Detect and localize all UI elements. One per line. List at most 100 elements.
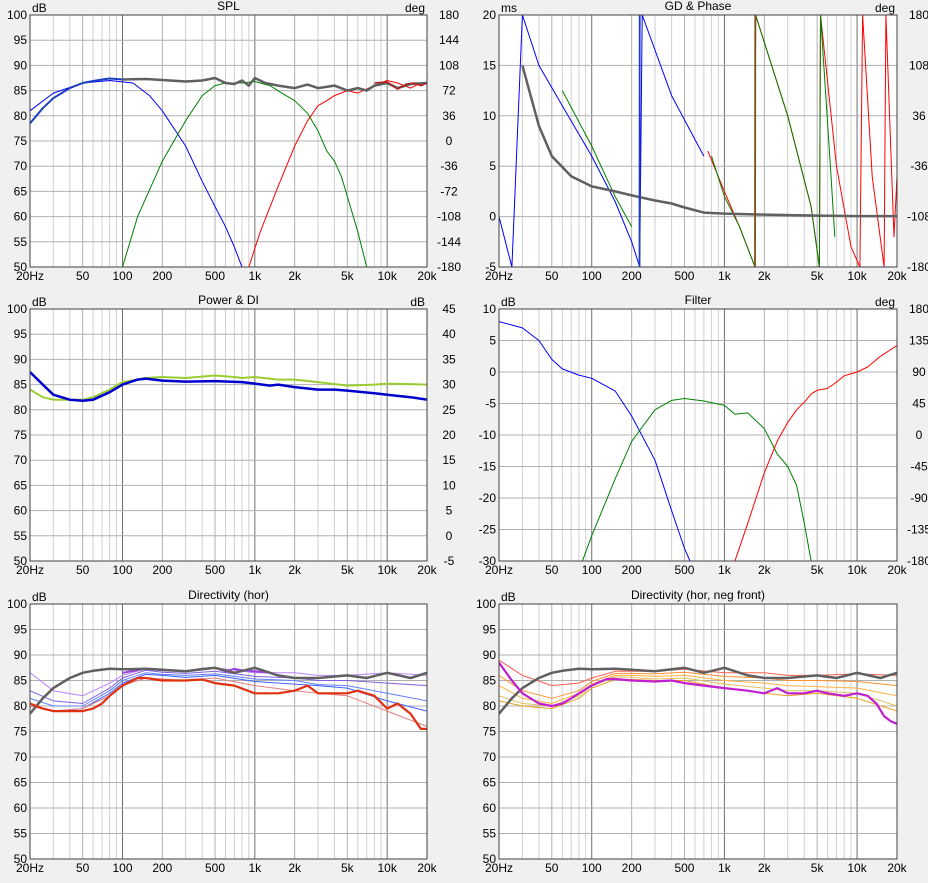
x-tick-label: 100	[112, 563, 132, 577]
y2-tick-label: 135	[909, 334, 928, 348]
x-tick-label: 100	[582, 563, 602, 577]
y-tick-label: 85	[14, 84, 28, 98]
x-tick-label: 5k	[811, 563, 825, 577]
y-tick-label: 60	[14, 504, 28, 518]
x-tick-label: 200	[622, 563, 642, 577]
x-tick-label: 500	[674, 861, 694, 875]
x-tick-label: 10k	[377, 269, 397, 283]
chart-panel-gd-phase: -5 0 5 10 15 20 -180 -108 -36 36 108 180 20Hz 50 100 20…	[464, 0, 928, 288]
x-tick-label: 50	[76, 563, 90, 577]
chart-svg-power-di: 50 55 60 65 70 75 80 85 90 95 100 -5 0 5 10 15 20 25 30 35 4…	[7, 293, 456, 577]
x-tick-label: 2k	[288, 269, 302, 283]
y-tick-label: 60	[14, 210, 28, 224]
y-tick-label: 5	[489, 334, 496, 348]
y-tick-label: 70	[483, 750, 497, 764]
x-tick-label: 10k	[377, 563, 397, 577]
x-tick-label: 200	[622, 269, 642, 283]
chart-panel-filter: -30 -25 -20 -15 -10 -5 0 5 10 -180 -135 -90 -45 0 45 90…	[464, 293, 928, 582]
y-tick-label: 85	[14, 674, 28, 688]
chart-title: Filter	[685, 294, 712, 307]
y2-tick-label: 15	[442, 453, 456, 467]
x-tick-label: 2k	[758, 861, 772, 875]
chart-svg-directivity-hor: 5055606570758085909510020Hz 50 100 200 500 1k…	[7, 588, 438, 875]
chart-panel-directivity-hor: 50 55 60 65 70 75 80 85 90 95 100 20Hz 50 100 200 500 1k…	[0, 588, 464, 878]
y-tick-label: 80	[14, 699, 28, 713]
x-tick-label: 20k	[887, 861, 907, 875]
y-tick-label: 75	[14, 725, 28, 739]
y2-tick-label: 0	[916, 428, 923, 442]
y2-axis-unit: deg	[875, 295, 895, 309]
chart-svg-spl: 50 55 60 65 70 75 80 85 90 95 100 -180 -144 -108 -72 -3…	[7, 0, 461, 283]
x-tick-label: 50	[545, 563, 559, 577]
x-tick-label: 500	[674, 563, 694, 577]
y-tick-label: 55	[483, 827, 497, 841]
y-tick-label: -25	[479, 523, 497, 537]
x-tick-label: 5k	[811, 861, 825, 875]
y-tick-label: 100	[7, 8, 27, 22]
y-tick-label: 0	[489, 365, 496, 379]
y-tick-label: 75	[14, 134, 28, 148]
y2-tick-label: 36	[912, 109, 926, 123]
x-tick-label: 50	[76, 861, 90, 875]
y2-tick-label: 45	[912, 397, 926, 411]
y2-tick-label: 35	[442, 352, 456, 366]
y2-tick-label: -108	[437, 210, 461, 224]
x-tick-label: 100	[112, 861, 132, 875]
y2-tick-label: 0	[446, 529, 453, 543]
y2-tick-label: 45	[442, 302, 456, 316]
y2-tick-label: -45	[910, 460, 928, 474]
x-tick-label: 10k	[847, 861, 867, 875]
x-tick-label: 5k	[341, 861, 355, 875]
y-axis-unit: dB	[32, 295, 47, 309]
y-tick-label: 10	[483, 302, 497, 316]
x-tick-label: 200	[622, 861, 642, 875]
y-tick-label: 85	[483, 674, 497, 688]
y-tick-label: -5	[485, 397, 496, 411]
chart-title: Power & DI	[198, 294, 259, 307]
x-tick-label: 1k	[248, 563, 262, 577]
y-tick-label: 95	[14, 327, 28, 341]
charts-stage: 50 55 60 65 70 75 80 85 90 95 100 -180 -144 -108 -72 -3…	[0, 0, 928, 878]
x-tick-label: 20k	[887, 563, 907, 577]
x-tick-label: 1k	[248, 861, 262, 875]
chart-svg-gd-phase: -505101520-180-108-363610818020Hz 50 100 20…	[483, 0, 928, 283]
chart-svg-directivity-hor-neg-front: 5055606570758085909510020Hz 50 100 200 500 1k…	[476, 588, 908, 875]
x-tick-label: 50	[545, 861, 559, 875]
y-tick-label: 70	[14, 453, 28, 467]
x-tick-label: 200	[152, 861, 172, 875]
chart-title: Directivity (hor)	[188, 589, 269, 602]
chart-panel-spl: 50 55 60 65 70 75 80 85 90 95 100 -180 -144 -108 -72 -3…	[0, 0, 464, 288]
x-tick-label: 20k	[417, 563, 437, 577]
x-tick-label: 1k	[718, 269, 732, 283]
y2-tick-label: 5	[446, 504, 453, 518]
y-tick-label: 55	[14, 827, 28, 841]
y-tick-label: 90	[14, 58, 28, 72]
y-tick-label: 80	[483, 699, 497, 713]
chart-panel-power-di: 50 55 60 65 70 75 80 85 90 95 100 -5 0 5 10 15 20 25 30 35 4…	[0, 293, 464, 582]
y-tick-label: 10	[483, 109, 497, 123]
y-axis-unit: dB	[32, 1, 47, 15]
y-tick-label: 60	[14, 801, 28, 815]
y2-tick-label: 0	[446, 134, 453, 148]
x-tick-label: 1k	[248, 269, 262, 283]
x-tick-label: 20Hz	[485, 861, 513, 875]
y-tick-label: 90	[14, 648, 28, 662]
y2-tick-label: -5	[444, 554, 455, 568]
x-tick-label: 1k	[718, 563, 732, 577]
y2-tick-label: 144	[439, 33, 459, 47]
y-tick-label: 95	[14, 623, 28, 637]
y2-axis-unit: deg	[405, 1, 425, 15]
y-tick-label: 90	[483, 648, 497, 662]
y2-tick-label: -180	[437, 260, 461, 274]
x-tick-label: 10k	[377, 861, 397, 875]
y2-tick-label: 108	[439, 58, 459, 72]
y-axis-unit: dB	[501, 590, 516, 604]
y2-tick-label: -72	[440, 184, 458, 198]
chart-panel-directivity-hor-neg-front: 50 55 60 65 70 75 80 85 90 95 100 20Hz 50 100 200 500 1k…	[464, 588, 928, 878]
y2-tick-label: 20	[442, 428, 456, 442]
series-line-7	[638, 15, 641, 267]
y2-tick-label: -90	[910, 491, 928, 505]
x-tick-label: 20Hz	[16, 861, 44, 875]
y2-tick-label: 180	[439, 8, 459, 22]
y2-tick-label: 25	[442, 403, 456, 417]
